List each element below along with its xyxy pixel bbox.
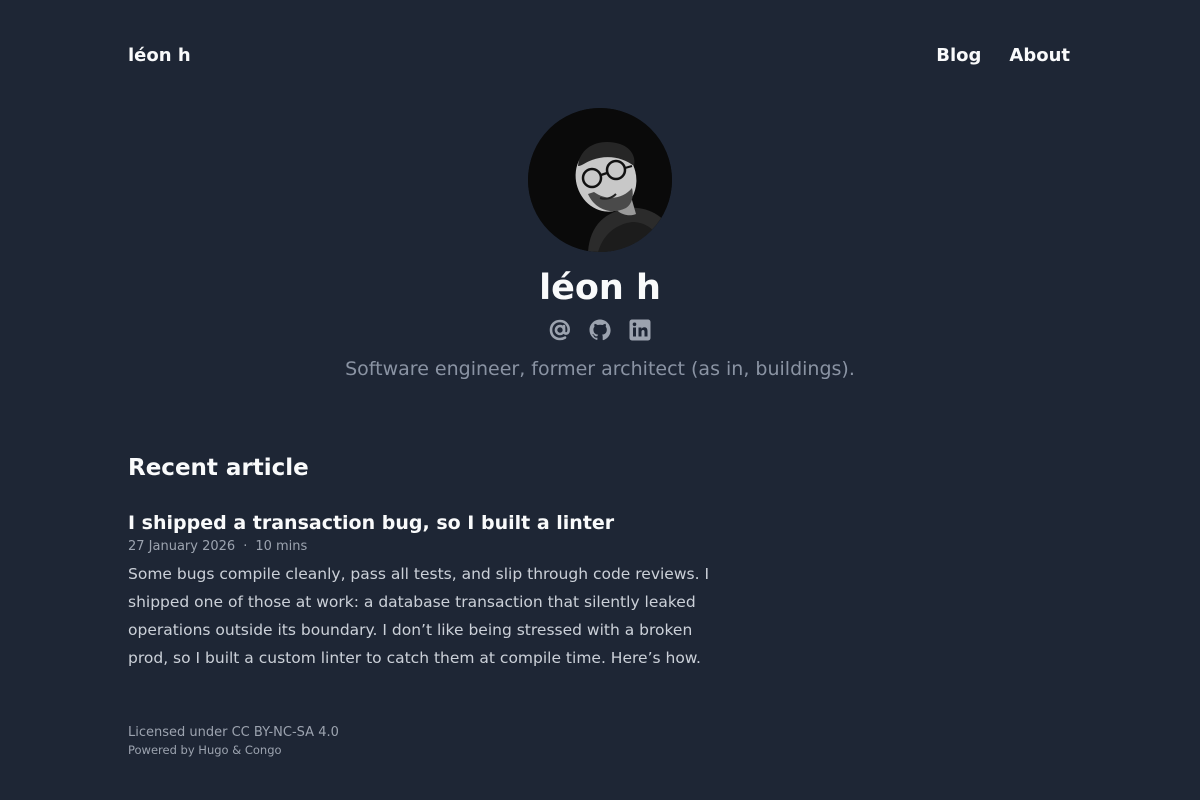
article-date: 27 January 2026 [128,539,236,554]
article-summary: Some bugs compile cleanly, pass all test… [128,565,710,667]
profile-name: léon h [539,268,661,308]
main-nav: Blog About [936,45,1070,66]
recent-heading: Recent article [128,455,309,481]
article-meta: 27 January 2026 · 10 mins [128,539,728,554]
linkedin-link[interactable] [628,318,652,342]
site-header: léon h Blog About [128,40,1070,70]
linkedin-icon [629,319,651,341]
at-icon [549,319,570,341]
site-title-link[interactable]: léon h [128,45,191,66]
avatar [528,108,672,252]
email-link[interactable] [548,318,572,342]
nav-blog-link[interactable]: Blog [936,45,981,66]
nav-about-link[interactable]: About [1009,45,1070,66]
recent-articles: Recent article I shipped a transaction b… [128,452,728,672]
powered-by-text: Powered by Hugo & Congo [128,743,282,757]
github-link[interactable] [588,318,612,342]
license-text: Licensed under CC BY-NC-SA 4.0 [128,725,339,740]
article-title-link[interactable]: I shipped a transaction bug, so I built … [128,510,728,536]
social-links [0,318,1200,342]
github-icon [589,319,611,341]
meta-separator: · [243,539,248,554]
profile-hero: léon h Software engineer, former archite… [0,108,1200,380]
profile-tagline: Software engineer, former architect (as … [345,358,855,380]
avatar-portrait [528,108,672,252]
article-read-time: 10 mins [255,539,308,554]
site-footer: Licensed under CC BY-NC-SA 4.0 Powered b… [128,724,339,758]
